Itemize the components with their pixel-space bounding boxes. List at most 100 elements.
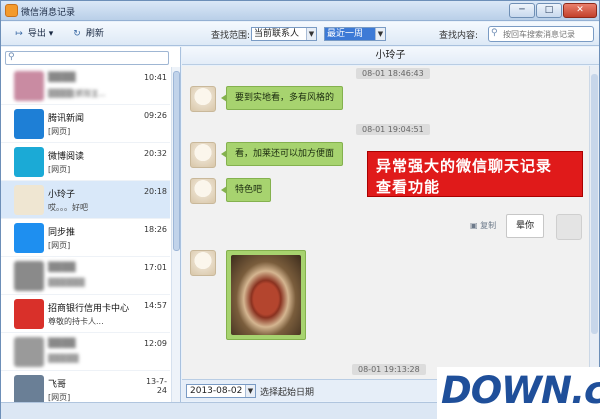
message-bubble: 特色吧: [220, 178, 272, 202]
chevron-down-icon[interactable]: ▼: [245, 385, 255, 397]
scrollbar-thumb[interactable]: [173, 71, 180, 251]
contact-time: 14:57: [143, 301, 167, 310]
contact-item[interactable]: 微博阅读 20:32 [网页]: [1, 143, 170, 181]
chevron-down-icon[interactable]: ▼: [306, 28, 316, 40]
contact-time: 12:09: [143, 339, 167, 348]
contact-sidebar: ⚲ ▒▒▒▒ 10:41 ▒▒▒▒[抓狂][... 腾讯新闻 09:26 [网页] 微博阅读…: [1, 47, 181, 419]
contact-name: ▒▒▒▒: [48, 339, 76, 349]
close-button[interactable]: ✕: [563, 3, 597, 18]
contact-item[interactable]: ▒▒▒▒ 12:09 ▒▒▒▒▒: [1, 333, 170, 371]
contact-name: ▒▒▒▒: [48, 263, 76, 273]
contact-item[interactable]: 小玲子 20:18 哎。。。好吧: [1, 181, 170, 219]
contact-time: 17:01: [143, 263, 167, 272]
my-message-bubble: 晕你: [506, 214, 545, 238]
contact-item[interactable]: 招商银行信用卡中心 14:57 尊敬的持卡人...: [1, 295, 170, 333]
contact-preview: ▒▒▒▒▒▒: [48, 278, 85, 287]
message-timestamp: 08-01 19:13:28: [352, 364, 426, 375]
contact-avatar[interactable]: [190, 142, 216, 168]
contact-preview: ▒▒▒▒▒: [48, 354, 79, 363]
minimize-button[interactable]: ─: [509, 3, 535, 18]
export-button[interactable]: ↦ 导出 ▾: [13, 26, 55, 42]
search-icon: ⚲: [491, 28, 498, 38]
promo-line-1: 异常强大的微信聊天记录: [376, 157, 553, 175]
avatar: [14, 261, 44, 291]
avatar: [14, 337, 44, 367]
contact-search-input[interactable]: ⚲: [5, 51, 169, 65]
avatar: [14, 71, 44, 101]
contact-name: 同步推: [48, 228, 76, 238]
contact-preview: [网页]: [48, 165, 71, 174]
range-select[interactable]: 当前联系人 ▼: [251, 27, 317, 41]
chevron-down-icon[interactable]: ▼: [375, 28, 385, 40]
contact-item[interactable]: 腾讯新闻 09:26 [网页]: [1, 105, 170, 143]
contact-time: 18:26: [143, 225, 167, 234]
chat-header: 小玲子: [182, 47, 599, 65]
app-icon: [5, 4, 18, 17]
message-search-input[interactable]: [503, 28, 591, 40]
contact-item[interactable]: ▒▒▒▒ 17:01 ▒▒▒▒▒▒: [1, 257, 170, 295]
contact-preview: 尊敬的持卡人...: [48, 317, 104, 326]
search-icon: ⚲: [8, 52, 15, 62]
time-value: 最近一周: [327, 29, 364, 39]
contact-item[interactable]: 同步推 18:26 [网页]: [1, 219, 170, 257]
avatar: [14, 109, 44, 139]
watermark-suffix: .cc: [570, 369, 600, 412]
my-avatar[interactable]: [556, 214, 582, 240]
refresh-button[interactable]: ↻ 刷新: [71, 26, 105, 42]
contact-name: ▒▒▒▒: [48, 73, 76, 83]
watermark-text: DOWN.cc: [441, 369, 600, 412]
range-label: 查找范围:: [211, 31, 251, 41]
refresh-icon: ↻: [73, 29, 81, 39]
contact-name: 腾讯新闻: [48, 114, 85, 124]
copy-link[interactable]: ▣ 复制: [470, 220, 496, 231]
contact-name: 飞哥: [48, 380, 67, 390]
contact-item[interactable]: ▒▒▒▒ 10:41 ▒▒▒▒[抓狂][...: [1, 67, 170, 105]
contact-name: 小玲子: [48, 190, 76, 200]
message-timestamp: 08-01 19:04:51: [356, 124, 430, 135]
message-timestamp: 08-01 18:46:43: [356, 68, 430, 79]
contact-preview: ▒▒▒▒[抓狂][...: [48, 89, 106, 98]
time-select[interactable]: 最近一周 ▼: [324, 27, 386, 41]
image-message[interactable]: [226, 250, 306, 340]
avatar: [14, 299, 44, 329]
message-bubble: 要到实地看，多有风格的: [220, 86, 344, 110]
contact-preview: 哎。。。好吧: [48, 203, 88, 212]
export-label: 导出: [27, 29, 46, 39]
copy-label: 复制: [480, 221, 497, 230]
contact-avatar[interactable]: [190, 86, 216, 112]
contact-time: 09:26: [143, 111, 167, 120]
contact-time: 20:32: [143, 149, 167, 158]
refresh-label: 刷新: [85, 29, 104, 39]
sidebar-scrollbar[interactable]: [171, 67, 180, 419]
contact-time: 13-7-24: [145, 377, 167, 395]
contact-avatar[interactable]: [190, 250, 216, 276]
watermark-main: DOWN: [441, 369, 572, 412]
chat-area: 08-01 18:46:43 要到实地看，多有风格的 08-01 19:04:5…: [182, 66, 589, 379]
contact-time: 20:18: [143, 187, 167, 196]
range-value: 当前联系人: [254, 29, 300, 39]
export-icon: ↦: [15, 29, 23, 39]
app-window: 微信消息记录 ─ □ ✕ ↦ 导出 ▾ ↻ 刷新 查找范围: 当前联系人 ▼ 最…: [0, 0, 600, 419]
avatar: [14, 223, 44, 253]
avatar: [14, 147, 44, 177]
contact-name: 微博阅读: [48, 152, 85, 162]
copy-icon: ▣: [470, 221, 478, 230]
message-search-box[interactable]: ⚲: [488, 26, 594, 42]
start-date-picker[interactable]: 2013-08-02 ▼: [186, 384, 256, 398]
contact-name: 招商银行信用卡中心: [48, 304, 130, 314]
watermark-logo: DOWN.cc: [437, 367, 600, 419]
contact-time: 10:41: [143, 73, 167, 82]
title-bar: 微信消息记录 ─ □ ✕: [1, 1, 599, 21]
avatar: [14, 375, 44, 405]
scrollbar-thumb[interactable]: [591, 74, 598, 334]
promo-line-2: 查看功能: [376, 178, 441, 196]
date-label: 选择起始日期: [260, 388, 315, 398]
promo-banner: 异常强大的微信聊天记录 查看功能: [367, 151, 583, 197]
food-photo[interactable]: [231, 255, 301, 335]
maximize-button[interactable]: □: [536, 3, 562, 18]
chat-scrollbar[interactable]: [589, 66, 599, 379]
contact-avatar[interactable]: [190, 178, 216, 204]
contact-preview: [网页]: [48, 127, 71, 136]
window-title: 微信消息记录: [21, 8, 76, 18]
date-value: 2013-08-02: [190, 386, 243, 396]
